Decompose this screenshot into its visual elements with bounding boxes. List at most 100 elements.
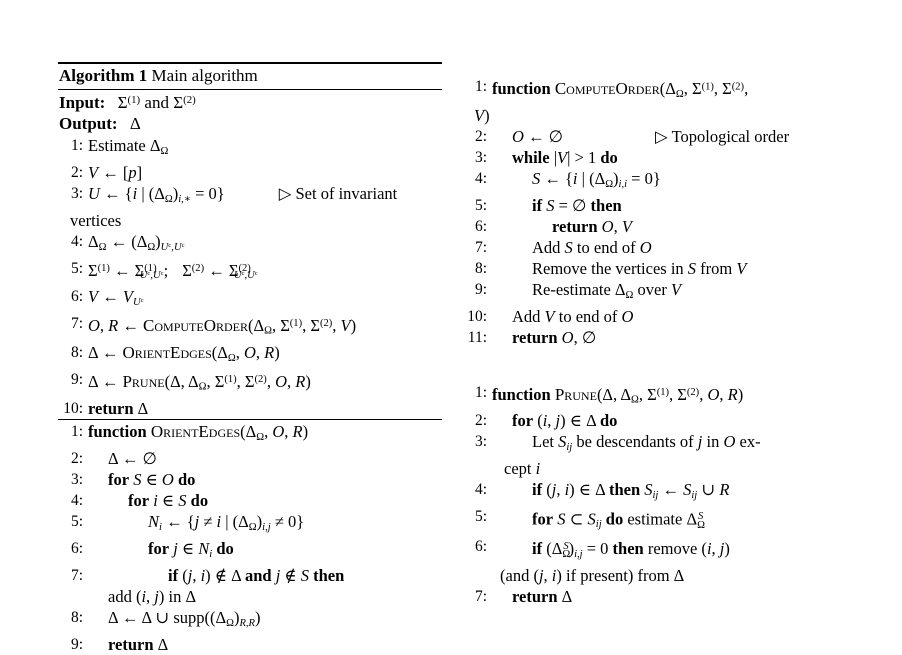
input-line: Input: Σ(1) and Σ(2) — [58, 90, 442, 113]
line-number: 2: — [70, 163, 83, 181]
line-number: 9: — [70, 635, 83, 653]
output-value: Δ — [129, 113, 141, 133]
line-number: 6: — [70, 539, 83, 557]
line-body: return O, V — [552, 216, 632, 236]
function-name-computeorder: ComputeOrder — [554, 78, 660, 98]
line-number: 8: — [474, 259, 487, 277]
line-number: 6: — [474, 537, 487, 555]
line-number: 2: — [474, 412, 487, 430]
line-number: 6: — [70, 288, 83, 306]
algo-line: 5: for S ⊂ Sij do estimate ΔΩS — [462, 506, 862, 535]
line-body: for i ∈ S do — [128, 490, 209, 510]
line-body: Remove the vertices in S from V — [532, 258, 747, 278]
line-number: 3: — [474, 433, 487, 451]
algo-line: 7: Add S to end of O — [462, 237, 862, 258]
algo-line: 3: for S ∈ O do — [58, 469, 442, 490]
line-continuation: cept i — [504, 459, 541, 479]
main-algorithm-lines: 1: Estimate ΔΩ 2: V ← [p] 3: U ← {i | (Δ… — [58, 134, 442, 419]
line-body: O, R ← ComputeOrder(ΔΩ, Σ(1), Σ(2), V) — [88, 316, 357, 338]
line-body: if (ΔΩS)i,j = 0 then remove (i, j) (and … — [492, 536, 862, 586]
algo-line: 3: Let Sij be descendants of j in O ex- … — [462, 431, 862, 479]
algorithm-title: Algorithm 1 Main algorithm — [58, 64, 442, 89]
line-continuation: add (i, j) in Δ — [108, 586, 197, 606]
line-number: 10: — [467, 307, 487, 325]
algo-line: 9: Re-estimate ΔΩ over V — [462, 279, 862, 306]
call-computeorder: ComputeOrder — [143, 316, 248, 336]
prune-lines: 1: function Prune(Δ, ΔΩ, Σ(1), Σ(2), O, … — [462, 348, 862, 607]
line-body: function Prune(Δ, ΔΩ, Σ(1), Σ(2), O, R) — [492, 384, 744, 406]
line-number: 7: — [474, 588, 487, 606]
algo-line: 6: V ← VUc — [58, 286, 442, 313]
algo-line: 1: function OrientEdges(ΔΩ, O, R) — [58, 421, 442, 448]
line-body: for S ∈ O do — [108, 469, 196, 489]
algo-line: 1: function Prune(Δ, ΔΩ, Σ(1), Σ(2), O, … — [462, 382, 862, 411]
line-body: return Δ — [88, 398, 149, 418]
line-number: 2: — [70, 449, 83, 467]
line-number: 7: — [70, 315, 83, 333]
line-body: V ← [p] — [88, 162, 143, 182]
function-name-orientedges: OrientEdges — [150, 421, 241, 441]
line-body: V ← VUc — [88, 287, 144, 309]
line-number: 8: — [70, 608, 83, 626]
algo-line: 3: while |V| > 1 do — [462, 147, 862, 168]
algo-line: 5: if S = ∅ then — [462, 195, 862, 216]
algo-line: 11: return O, ∅ — [462, 327, 862, 348]
algo-line: 9: return Δ — [58, 634, 442, 655]
line-number: 7: — [474, 238, 487, 256]
algo-line: 8: Δ ← Δ ∪ supp((ΔΩ)R,R) — [58, 607, 442, 634]
line-number: 11: — [467, 328, 487, 346]
line-body: Δ ← OrientEdges(ΔΩ, O, R) — [88, 343, 280, 365]
function-name-prune: Prune — [554, 384, 597, 404]
line-body: Re-estimate ΔΩ over V — [532, 279, 682, 301]
line-number: 9: — [70, 371, 83, 389]
line-body: function ComputeOrder(ΔΩ, Σ(1), Σ(2), V) — [474, 76, 862, 126]
algo-line: 6: return O, V — [462, 216, 862, 237]
call-prune: Prune — [122, 371, 165, 391]
algo-line: 6: for j ∈ Ni do — [58, 538, 442, 565]
line-body: return O, ∅ — [512, 327, 597, 347]
line-number: 10: — [63, 399, 83, 417]
line-continuation: (and (j, i) if present) from Δ — [500, 566, 685, 586]
algo-line: 7: if (j, i) ∉ Δ and j ∉ S then add (i, … — [58, 565, 442, 607]
line-number: 4: — [70, 491, 83, 509]
algo-line: 5: Ni ← {j ≠ i | (ΔΩ)i,j ≠ 0} — [58, 511, 442, 538]
orientedges-lines: 1: function OrientEdges(ΔΩ, O, R) 2: Δ ←… — [58, 420, 442, 655]
algo-line: 10: Add V to end of O — [462, 306, 862, 327]
line-body: while |V| > 1 do — [512, 147, 618, 167]
algorithm-figure: Algorithm 1 Main algorithm Input: Σ(1) a… — [0, 0, 902, 654]
algo-line: 2: for (i, j) ∈ Δ do — [462, 410, 862, 431]
line-number: 5: — [70, 512, 83, 530]
algo-line: 4: for i ∈ S do — [58, 490, 442, 511]
line-number: 5: — [474, 508, 487, 526]
line-body: return Δ — [108, 634, 169, 654]
line-body: Let Sij be descendants of j in O ex- cep… — [492, 431, 862, 479]
line-number: 1: — [474, 78, 487, 95]
line-body: O ← ∅ ▷ Topological order — [512, 126, 790, 146]
input-value: Σ(1) and Σ(2) — [117, 92, 196, 112]
line-continuation: V) — [474, 105, 490, 125]
line-number: 4: — [474, 169, 487, 187]
algo-line: 9: Δ ← Prune(Δ, ΔΩ, Σ(1), Σ(2), O, R) — [58, 369, 442, 398]
line-number: 6: — [474, 217, 487, 235]
line-body: for (i, j) ∈ Δ do — [512, 411, 618, 431]
line-number: 3: — [70, 470, 83, 488]
line-body: Δ ← Δ ∪ supp((ΔΩ)R,R) — [108, 607, 261, 629]
algo-line: 7: return Δ — [462, 586, 862, 607]
line-body: if S = ∅ then — [532, 195, 622, 215]
line-body: Δ ← ∅ — [108, 448, 157, 468]
line-number: 4: — [70, 232, 83, 250]
line-comment: ▷ Set of invariant — [278, 183, 398, 203]
algorithm-number: Algorithm 1 — [59, 66, 148, 85]
right-column: 1: function ComputeOrder(ΔΩ, Σ(1), Σ(2),… — [462, 62, 862, 607]
line-body: Δ ← Prune(Δ, ΔΩ, Σ(1), Σ(2), O, R) — [88, 371, 311, 393]
algo-line: 2: Δ ← ∅ — [58, 448, 442, 469]
algo-line: 2: O ← ∅ ▷ Topological order — [462, 126, 862, 147]
line-number: 9: — [474, 280, 487, 298]
algo-line: 1: Estimate ΔΩ — [58, 135, 442, 162]
algo-line: 3: U ← {i | (ΔΩ)i,∗ = 0} ▷ Set of invaria… — [58, 183, 442, 231]
algo-line: 10: return Δ — [58, 398, 442, 419]
line-body: if (j, i) ∈ Δ then Sij ← Sij ∪ R — [532, 480, 730, 502]
call-orientedges: OrientEdges — [122, 343, 212, 363]
line-continuation: vertices — [70, 210, 122, 230]
line-body: if (j, i) ∉ Δ and j ∉ S then add (i, j) … — [88, 565, 442, 607]
